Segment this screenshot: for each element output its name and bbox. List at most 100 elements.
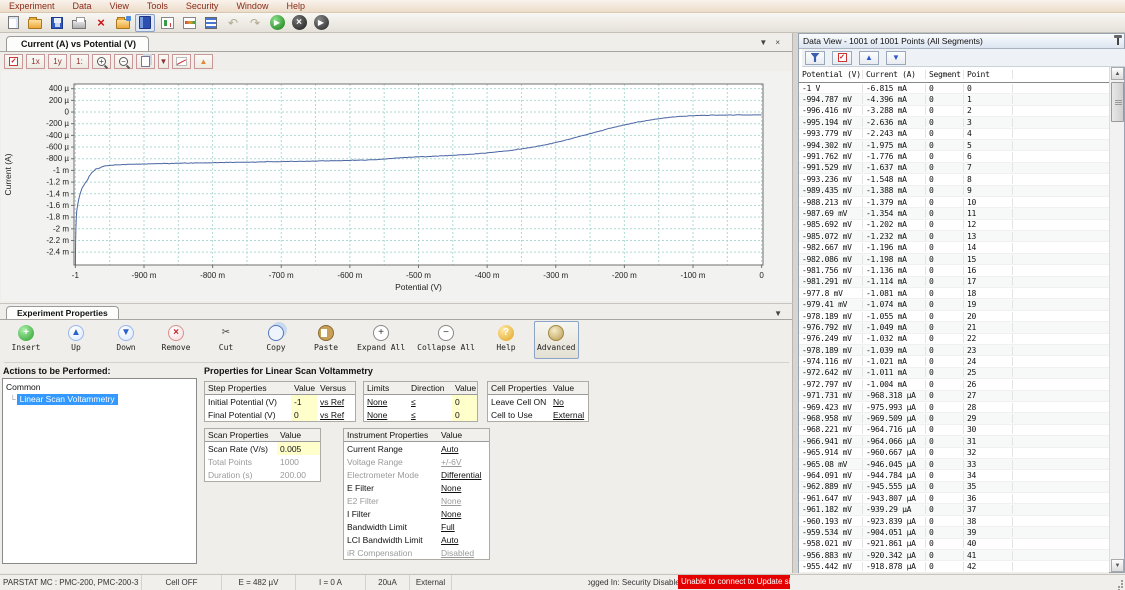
- cell[interactable]: None: [438, 481, 489, 494]
- chart-canvas[interactable]: -1-900 m-800 m-700 m-600 m-500 m-400 m-3…: [1, 71, 792, 301]
- data-point-row[interactable]: -976.249 mV-1.032 mA022: [799, 334, 1109, 345]
- cell[interactable]: vs Ref: [317, 395, 355, 408]
- scroll-up-button[interactable]: ▲: [1111, 67, 1124, 80]
- data-point-row[interactable]: -989.435 mV-1.388 mA09: [799, 186, 1109, 197]
- scale-x-axis-button[interactable]: 1x: [26, 54, 45, 69]
- resize-grip[interactable]: [1112, 577, 1124, 589]
- cell-property-row[interactable]: Cell to UseExternal: [488, 408, 588, 421]
- filter-button[interactable]: [805, 51, 825, 65]
- graph-panel-close-button[interactable]: ×: [775, 38, 780, 47]
- instrument-property-row[interactable]: Bandwidth LimitFull: [344, 520, 489, 533]
- instrument-property-row[interactable]: E2 FilterNone: [344, 494, 489, 507]
- data-point-row[interactable]: -965.08 mV-946.045 µA033: [799, 459, 1109, 470]
- data-point-row[interactable]: -982.667 mV-1.196 mA014: [799, 242, 1109, 253]
- data-point-row[interactable]: -994.787 mV-4.396 mA01: [799, 94, 1109, 105]
- help-button[interactable]: ?Help: [484, 321, 528, 359]
- data-point-row[interactable]: -958.021 mV-921.861 µA040: [799, 539, 1109, 550]
- data-point-row[interactable]: -981.291 mV-1.114 mA017: [799, 277, 1109, 288]
- graph-view-button[interactable]: [157, 14, 177, 32]
- limit-row[interactable]: None≤0: [364, 395, 477, 408]
- data-point-row[interactable]: -1 V-6.815 mA00: [799, 83, 1109, 94]
- export-data-button[interactable]: [113, 14, 133, 32]
- peak-tool-button[interactable]: ▲: [194, 54, 213, 69]
- data-point-row[interactable]: -976.792 mV-1.049 mA021: [799, 322, 1109, 333]
- cell[interactable]: None: [438, 494, 489, 507]
- data-point-row[interactable]: -978.189 mV-1.039 mA023: [799, 345, 1109, 356]
- menu-experiment[interactable]: Experiment: [0, 0, 64, 13]
- overlay-graphs-button[interactable]: [179, 14, 199, 32]
- data-point-row[interactable]: -979.41 mV-1.074 mA019: [799, 299, 1109, 310]
- copy-graph-button[interactable]: [136, 54, 155, 69]
- expand-all-button[interactable]: +Expand All: [354, 321, 408, 359]
- data-point-row[interactable]: -978.189 mV-1.055 mA020: [799, 311, 1109, 322]
- instrument-property-row[interactable]: I FilterNone: [344, 507, 489, 520]
- data-point-row[interactable]: -994.302 mV-1.975 mA05: [799, 140, 1109, 151]
- status-cell[interactable]: Cell OFF: [142, 575, 222, 590]
- data-point-row[interactable]: -987.69 mV-1.354 mA011: [799, 208, 1109, 219]
- tree-item-common[interactable]: Common: [6, 381, 196, 393]
- data-point-row[interactable]: -991.529 mV-1.637 mA07: [799, 163, 1109, 174]
- status-spacer[interactable]: [452, 575, 588, 590]
- data-point-row[interactable]: -961.647 mV-943.807 µA036: [799, 493, 1109, 504]
- redo-button[interactable]: ↷: [245, 14, 265, 32]
- cell[interactable]: External: [550, 408, 588, 421]
- cell[interactable]: Full: [438, 520, 489, 533]
- instrument-property-row[interactable]: Electrometer ModeDifferential: [344, 468, 489, 481]
- experiment-panel-menu-button[interactable]: ▼: [774, 309, 782, 318]
- data-point-row[interactable]: -961.182 mV-939.29 µA037: [799, 504, 1109, 515]
- data-point-row[interactable]: -995.194 mV-2.636 mA03: [799, 117, 1109, 128]
- scan-property-row[interactable]: Total Points1000: [205, 455, 320, 468]
- zoom-in-button[interactable]: +: [92, 54, 111, 69]
- scale-y-axis-button[interactable]: 1y: [48, 54, 67, 69]
- save-button[interactable]: [47, 14, 67, 32]
- data-point-row[interactable]: -985.072 mV-1.232 mA013: [799, 231, 1109, 242]
- remove-button[interactable]: ×Remove: [154, 321, 198, 359]
- cell[interactable]: Auto: [438, 533, 489, 546]
- data-table-scrollbar[interactable]: ▲ ▼: [1109, 67, 1124, 572]
- data-point-row[interactable]: -985.692 mV-1.202 mA012: [799, 220, 1109, 231]
- data-point-row[interactable]: -956.883 mV-920.342 µA041: [799, 550, 1109, 561]
- scan-header-row[interactable]: Scan PropertiesValue: [205, 429, 320, 442]
- cell[interactable]: -1: [291, 395, 317, 408]
- edit-data-button[interactable]: ✓: [832, 51, 852, 65]
- edit-graph-button[interactable]: ✓: [4, 54, 23, 69]
- data-point-row[interactable]: -959.534 mV-904.051 µA039: [799, 527, 1109, 538]
- instrument-property-row[interactable]: LCI Bandwidth LimitAuto: [344, 533, 489, 546]
- data-point-row[interactable]: -968.221 mV-964.716 µA030: [799, 425, 1109, 436]
- data-point-row[interactable]: -991.762 mV-1.776 mA06: [799, 151, 1109, 162]
- first-point-button[interactable]: ▲: [859, 51, 879, 65]
- graph-options-dropdown[interactable]: ▼: [158, 54, 169, 69]
- cell[interactable]: None: [364, 395, 408, 408]
- data-point-row[interactable]: -964.091 mV-944.784 µA034: [799, 470, 1109, 481]
- copy-button[interactable]: Copy: [254, 321, 298, 359]
- menu-window[interactable]: Window: [227, 0, 277, 13]
- instrument-property-row[interactable]: iR CompensationDisabled: [344, 546, 489, 559]
- experiment-properties-button[interactable]: [135, 14, 155, 32]
- cell[interactable]: Disabled: [438, 546, 489, 559]
- data-point-row[interactable]: -972.797 mV-1.004 mA026: [799, 379, 1109, 390]
- cell[interactable]: None: [438, 507, 489, 520]
- tab-experiment-properties[interactable]: Experiment Properties: [6, 306, 119, 319]
- graph-panel-menu-button[interactable]: ▼: [759, 38, 767, 47]
- down-button[interactable]: ▼Down: [104, 321, 148, 359]
- step-property-row[interactable]: Final Potential (V)0vs Ref: [205, 408, 355, 421]
- collapse-all-button[interactable]: −Collapse All: [414, 321, 478, 359]
- zoom-out-button[interactable]: −: [114, 54, 133, 69]
- menu-help[interactable]: Help: [277, 0, 314, 13]
- menu-data[interactable]: Data: [64, 0, 101, 13]
- status-device[interactable]: PARSTAT MC : PMC-200, PMC-200-3: [0, 575, 142, 590]
- data-point-row[interactable]: -971.731 mV-968.318 µA027: [799, 391, 1109, 402]
- data-point-row[interactable]: -968.958 mV-969.509 µA029: [799, 413, 1109, 424]
- data-point-row[interactable]: -982.086 mV-1.198 mA015: [799, 254, 1109, 265]
- stop-experiment-button[interactable]: ×: [289, 14, 309, 32]
- cell[interactable]: 0: [291, 408, 317, 421]
- up-button[interactable]: ▲Up: [54, 321, 98, 359]
- data-point-row[interactable]: -977.8 mV-1.081 mA018: [799, 288, 1109, 299]
- status-potential[interactable]: E = 482 µV: [222, 575, 296, 590]
- limit-row[interactable]: None≤0: [364, 408, 477, 421]
- limits-header-row[interactable]: LimitsDirectionValue: [364, 382, 477, 395]
- cell-header-row[interactable]: Cell PropertiesValue: [488, 382, 588, 395]
- cell[interactable]: No: [550, 395, 588, 408]
- menu-security[interactable]: Security: [177, 0, 228, 13]
- cell-property-row[interactable]: Leave Cell ONNo: [488, 395, 588, 408]
